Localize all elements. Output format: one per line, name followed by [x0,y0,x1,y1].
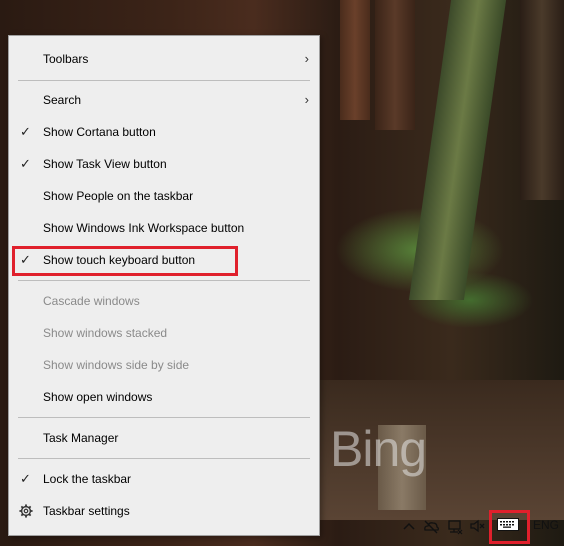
submenu-arrow-icon: › [304,92,309,107]
menu-item-label: Show People on the taskbar [43,189,194,203]
menu-item-label: Lock the taskbar [43,472,132,486]
language-indicator[interactable]: ENG [533,518,559,532]
network-icon[interactable] [446,516,464,536]
volume-muted-icon[interactable] [469,516,487,536]
menu-separator [18,458,310,459]
onedrive-offline-icon[interactable] [422,516,440,536]
submenu-arrow-icon: › [304,51,309,66]
checkmark-icon: ✓ [20,124,31,139]
menu-item-search[interactable]: Search › [9,84,319,116]
bing-watermark: Bing [330,421,427,477]
menu-separator [18,80,310,81]
menu-item-show-cortana[interactable]: ✓ Show Cortana button [9,116,319,148]
menu-item-toolbars[interactable]: Toolbars › [9,43,319,75]
menu-item-show-open-windows[interactable]: Show open windows [9,381,319,413]
menu-item-cascade-windows: Cascade windows [9,285,319,317]
menu-item-label: Show Cortana button [43,125,156,139]
menu-item-taskbar-settings[interactable]: Taskbar settings [9,495,319,527]
menu-item-label: Show open windows [43,390,153,404]
menu-item-label: Show windows side by side [43,358,190,372]
menu-separator [18,417,310,418]
menu-item-label: Taskbar settings [43,504,130,518]
wallpaper-tree [520,0,564,200]
menu-item-lock-taskbar[interactable]: ✓ Lock the taskbar [9,463,319,495]
menu-item-task-manager[interactable]: Task Manager [9,422,319,454]
gear-icon [19,504,33,518]
menu-item-windows-side-by-side: Show windows side by side [9,349,319,381]
menu-item-show-people[interactable]: Show People on the taskbar [9,180,319,212]
menu-item-label: Task Manager [43,431,119,445]
menu-item-label: Search [43,93,82,107]
taskbar-context-menu: Toolbars › Search › ✓ Show Cortana butto… [8,35,320,536]
checkmark-icon: ✓ [20,156,31,171]
menu-item-windows-stacked: Show windows stacked [9,317,319,349]
menu-item-show-task-view[interactable]: ✓ Show Task View button [9,148,319,180]
wallpaper-tree [375,0,415,130]
menu-item-label: Show Task View button [43,157,167,171]
menu-separator [18,280,310,281]
menu-item-show-windows-ink[interactable]: Show Windows Ink Workspace button [9,212,319,244]
menu-item-label: Toolbars [43,52,89,66]
menu-item-label: Cascade windows [43,294,140,308]
checkmark-icon: ✓ [20,471,31,486]
wallpaper-tree [340,0,370,120]
menu-item-label: Show windows stacked [43,326,168,340]
highlight-box-touch-keyboard-icon [489,510,530,544]
highlight-box-touch-keyboard-option [12,246,238,276]
chevron-up-icon[interactable] [400,516,418,536]
menu-item-label: Show Windows Ink Workspace button [43,221,245,235]
